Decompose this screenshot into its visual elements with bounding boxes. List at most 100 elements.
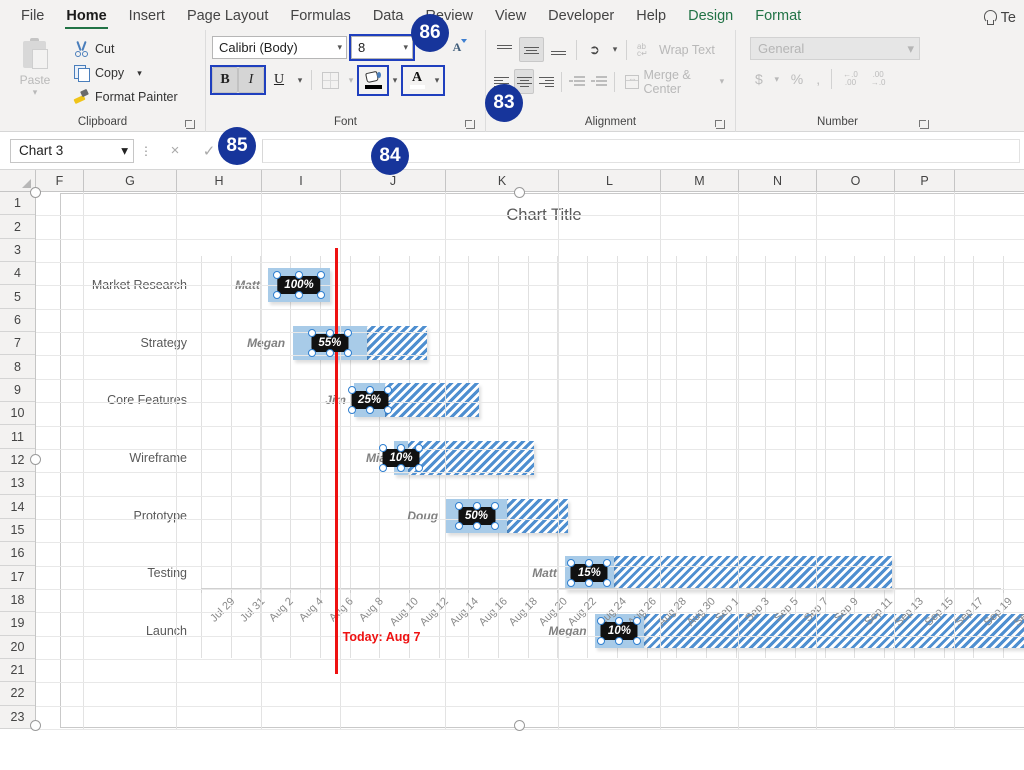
gantt-bar-remaining[interactable]	[614, 556, 892, 590]
ribbon-tab-data[interactable]: Data	[362, 5, 415, 30]
row-header-20[interactable]: 20	[0, 636, 35, 659]
row-header-7[interactable]: 7	[0, 332, 35, 355]
ribbon-tab-insert[interactable]: Insert	[118, 5, 176, 30]
data-label-selection-handle[interactable]	[273, 271, 281, 279]
gantt-bar-remaining[interactable]	[385, 383, 479, 417]
row-header-9[interactable]: 9	[0, 379, 35, 402]
gantt-bar-remaining[interactable]	[408, 441, 534, 475]
font-color-button[interactable]: A	[403, 67, 431, 94]
ribbon-tab-formulas[interactable]: Formulas	[279, 5, 361, 30]
formula-bar-grip[interactable]: ⋮	[134, 144, 158, 158]
row-header-5[interactable]: 5	[0, 285, 35, 308]
column-header-O[interactable]: O	[817, 170, 895, 191]
decrease-indent-button[interactable]	[567, 69, 587, 94]
decrease-decimal-button[interactable]: .00→.0	[866, 67, 891, 91]
row-header-14[interactable]: 14	[0, 495, 35, 518]
data-label-selection-handle[interactable]	[308, 329, 316, 337]
align-middle-button[interactable]	[519, 37, 544, 62]
clipboard-dialog-launcher[interactable]	[186, 120, 195, 129]
data-label-selection-handle[interactable]	[397, 464, 405, 472]
data-label-selection-handle[interactable]	[344, 349, 352, 357]
increase-indent-button[interactable]	[589, 69, 609, 94]
name-box[interactable]: Chart 3 ▾	[10, 139, 134, 163]
data-label-selection-handle[interactable]	[366, 406, 374, 414]
copy-button[interactable]: Copy ▾	[68, 61, 183, 84]
row-header-11[interactable]: 11	[0, 425, 35, 448]
row-header-15[interactable]: 15	[0, 519, 35, 542]
comma-style-button[interactable]: ,	[811, 67, 825, 91]
align-top-button[interactable]	[492, 37, 517, 62]
row-header-18[interactable]: 18	[0, 589, 35, 612]
number-dialog-launcher[interactable]	[920, 120, 929, 129]
ribbon-tab-home[interactable]: Home	[55, 5, 117, 30]
row-header-6[interactable]: 6	[0, 309, 35, 332]
data-label-selection-handle[interactable]	[473, 502, 481, 510]
row-header-17[interactable]: 17	[0, 566, 35, 589]
increase-decimal-button[interactable]: ←.0.00	[838, 67, 863, 91]
chevron-down-icon[interactable]: ▾	[717, 76, 726, 87]
data-label-selection-handle[interactable]	[317, 271, 325, 279]
data-label-selection-handle[interactable]	[473, 522, 481, 530]
align-bottom-button[interactable]	[546, 37, 571, 62]
ribbon-tab-page-layout[interactable]: Page Layout	[176, 5, 279, 30]
align-right-button[interactable]	[536, 69, 556, 94]
row-header-16[interactable]: 16	[0, 542, 35, 565]
chevron-down-icon[interactable]: ▾	[294, 75, 306, 86]
number-format-combo[interactable]: General ▾	[750, 37, 920, 60]
column-header-M[interactable]: M	[661, 170, 739, 191]
row-header-22[interactable]: 22	[0, 682, 35, 705]
data-label-selection-handle[interactable]	[326, 329, 334, 337]
row-header-21[interactable]: 21	[0, 659, 35, 682]
row-header-10[interactable]: 10	[0, 402, 35, 425]
paste-button[interactable]: Paste ▾	[6, 34, 64, 97]
underline-button[interactable]: U	[266, 67, 292, 93]
ribbon-tab-file[interactable]: File	[10, 5, 55, 30]
row-header-19[interactable]: 19	[0, 612, 35, 635]
font-name-combo[interactable]: Calibri (Body) ▾	[212, 36, 347, 59]
row-header-2[interactable]: 2	[0, 215, 35, 238]
data-label-selection-handle[interactable]	[295, 291, 303, 299]
column-header-N[interactable]: N	[739, 170, 817, 191]
data-label-selection-handle[interactable]	[308, 349, 316, 357]
data-label-selection-handle[interactable]	[348, 386, 356, 394]
data-label-selection-handle[interactable]	[415, 444, 423, 452]
tell-me-area[interactable]: Te	[965, 10, 1024, 30]
decrease-font-size-button[interactable]: A	[445, 36, 469, 60]
ribbon-tab-view[interactable]: View	[484, 5, 537, 30]
column-header-G[interactable]: G	[84, 170, 177, 191]
italic-button[interactable]: I	[238, 67, 264, 93]
orientation-button[interactable]: ➲	[582, 37, 607, 62]
chevron-down-icon[interactable]: ▾	[771, 74, 783, 85]
data-label-selection-handle[interactable]	[384, 386, 392, 394]
chevron-down-icon[interactable]: ▾	[345, 75, 357, 86]
cancel-formula-button[interactable]: ×	[158, 139, 192, 163]
data-label-selection-handle[interactable]	[317, 291, 325, 299]
sheet-canvas[interactable]: Chart Title Market ResearchMatt100%Strat…	[36, 192, 1024, 729]
borders-button[interactable]	[317, 67, 343, 93]
row-header-3[interactable]: 3	[0, 239, 35, 262]
chevron-down-icon[interactable]: ▾	[609, 44, 621, 55]
data-label-selection-handle[interactable]	[295, 271, 303, 279]
font-size-combo[interactable]: 8 ▾	[351, 36, 413, 59]
data-label-selection-handle[interactable]	[384, 406, 392, 414]
chevron-down-icon[interactable]: ▾	[389, 75, 401, 86]
column-header-P[interactable]: P	[895, 170, 955, 191]
data-label-selection-handle[interactable]	[491, 522, 499, 530]
ribbon-tab-help[interactable]: Help	[625, 5, 677, 30]
fill-color-button[interactable]	[359, 67, 387, 94]
data-label-selection-handle[interactable]	[415, 464, 423, 472]
data-label-selection-handle[interactable]	[366, 386, 374, 394]
alignment-dialog-launcher[interactable]	[716, 120, 725, 129]
data-label-selection-handle[interactable]	[379, 444, 387, 452]
format-painter-button[interactable]: Format Painter	[68, 85, 183, 108]
data-label-selection-handle[interactable]	[273, 291, 281, 299]
chevron-down-icon[interactable]: ▾	[137, 69, 142, 78]
data-label-selection-handle[interactable]	[379, 464, 387, 472]
cut-button[interactable]: Cut	[68, 37, 183, 60]
ribbon-tab-developer[interactable]: Developer	[537, 5, 625, 30]
column-header-K[interactable]: K	[446, 170, 559, 191]
column-header-H[interactable]: H	[177, 170, 262, 191]
data-label-selection-handle[interactable]	[348, 406, 356, 414]
ribbon-tab-design[interactable]: Design	[677, 5, 744, 30]
data-label-selection-handle[interactable]	[455, 502, 463, 510]
